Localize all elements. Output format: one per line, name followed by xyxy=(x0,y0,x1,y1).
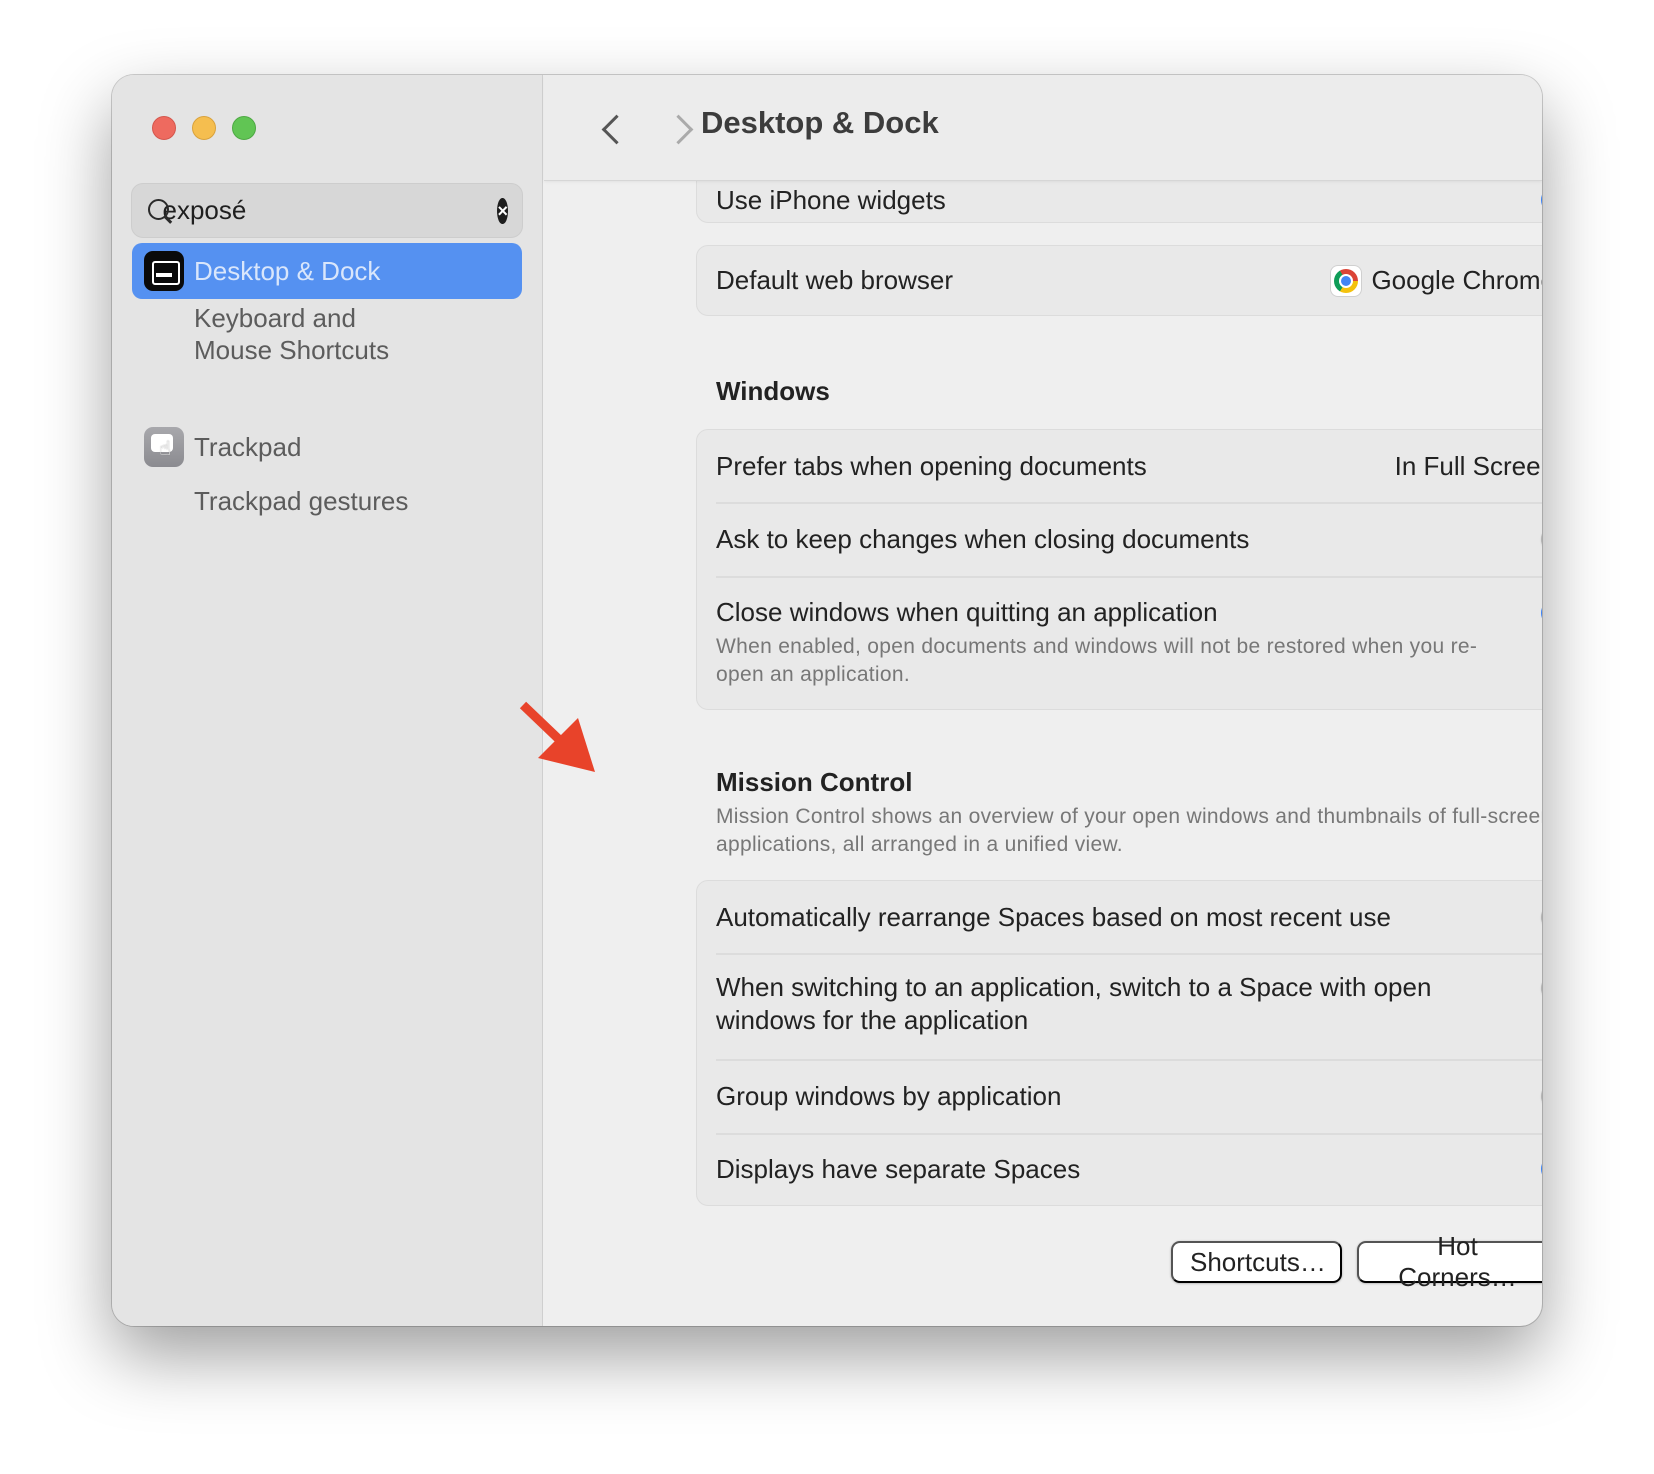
switch-to-space-toggle[interactable] xyxy=(1541,973,1542,1003)
setting-label: Default web browser xyxy=(716,265,953,295)
traffic-lights xyxy=(152,116,256,140)
mission-control-description: Mission Control shows an overview of you… xyxy=(716,805,1542,856)
setting-label: Automatically rearrange Spaces based on … xyxy=(716,901,1391,932)
close-window-button[interactable] xyxy=(152,116,176,140)
setting-row: Prefer tabs when opening documents In Fu… xyxy=(697,430,1542,502)
setting-label: Ask to keep changes when closing documen… xyxy=(716,523,1250,554)
sidebar-subitem-label: Trackpad gestures xyxy=(194,486,409,516)
trackpad-icon: ☝ xyxy=(144,427,184,467)
sidebar-search: × xyxy=(131,183,523,238)
windows-card: Prefer tabs when opening documents In Fu… xyxy=(696,429,1542,710)
sidebar-subitem-label-line1: Keyboard and xyxy=(194,303,356,333)
popup-value: In Full Screen xyxy=(1394,450,1542,481)
setting-row: Ask to keep changes when closing documen… xyxy=(697,502,1542,576)
page-title: Desktop & Dock xyxy=(701,105,939,140)
setting-row: Group windows by application xyxy=(697,1059,1542,1133)
minimize-window-button[interactable] xyxy=(192,116,216,140)
setting-row: When switching to an application, switch… xyxy=(697,953,1542,1059)
separate-spaces-toggle[interactable] xyxy=(1541,1154,1542,1184)
chevron-right-icon[interactable] xyxy=(668,108,696,148)
sidebar-item-label: Desktop & Dock xyxy=(194,255,381,286)
sidebar-subitem-trackpad-gestures[interactable]: Trackpad gestures xyxy=(194,485,408,517)
close-icon: × xyxy=(497,200,508,221)
close-windows-on-quit-toggle[interactable] xyxy=(1541,598,1542,628)
setting-label: Group windows by application xyxy=(716,1080,1062,1111)
setting-label: Displays have separate Spaces xyxy=(716,1153,1081,1184)
desktop-dock-icon xyxy=(144,251,184,291)
sidebar: × Desktop & Dock Keyboard and Mouse Shor… xyxy=(112,75,543,1326)
mission-control-section-title: Mission Control xyxy=(716,767,913,797)
system-settings-window: × Desktop & Dock Keyboard and Mouse Shor… xyxy=(112,75,1542,1326)
setting-label: Close windows when quitting an applicati… xyxy=(716,597,1218,627)
sidebar-subitem-keyboard-mouse-shortcuts[interactable]: Keyboard and Mouse Shortcuts xyxy=(194,302,389,366)
chevron-left-icon[interactable] xyxy=(598,108,626,148)
annotation-arrow-icon xyxy=(519,701,595,772)
toolbar: Desktop & Dock xyxy=(544,75,1542,181)
main-pane: Desktop & Dock Use iPhone widgets Defaul… xyxy=(544,75,1542,1326)
setting-label: When switching to an application, switch… xyxy=(716,972,1432,1035)
windows-section-title: Windows xyxy=(716,376,830,406)
search-input[interactable] xyxy=(162,195,498,226)
clear-search-button[interactable]: × xyxy=(497,197,508,224)
setting-label: Use iPhone widgets xyxy=(716,184,946,215)
use-iphone-widgets-toggle[interactable] xyxy=(1541,185,1542,215)
setting-description: When enabled, open documents and windows… xyxy=(716,635,1478,686)
sidebar-item-desktop-dock[interactable]: Desktop & Dock xyxy=(132,243,522,299)
shortcuts-button[interactable]: Shortcuts… xyxy=(1171,1241,1342,1283)
default-browser-card: Default web browser Google Chrome xyxy=(696,245,1542,316)
sidebar-item-trackpad[interactable]: ☝ Trackpad xyxy=(132,419,522,475)
zoom-window-button[interactable] xyxy=(232,116,256,140)
setting-row: Close windows when quitting an applicati… xyxy=(697,576,1542,709)
setting-row: Default web browser Google Chrome xyxy=(697,246,1542,315)
popup-value: Google Chrome xyxy=(1371,265,1542,295)
setting-row: Displays have separate Spaces xyxy=(697,1133,1542,1205)
hot-corners-button[interactable]: Hot Corners… xyxy=(1357,1231,1542,1292)
prefer-tabs-popup[interactable]: In Full Screen xyxy=(1395,450,1542,482)
chrome-icon xyxy=(1331,265,1362,296)
auto-rearrange-spaces-toggle[interactable] xyxy=(1541,902,1542,932)
sidebar-subitem-label-line2: Mouse Shortcuts xyxy=(194,335,390,365)
search-icon xyxy=(146,197,175,225)
default-browser-popup[interactable]: Google Chrome xyxy=(1331,265,1542,297)
setting-label: Prefer tabs when opening documents xyxy=(716,450,1147,481)
mission-control-card: Automatically rearrange Spaces based on … xyxy=(696,880,1542,1206)
setting-row: Automatically rearrange Spaces based on … xyxy=(697,881,1542,953)
ask-keep-changes-toggle[interactable] xyxy=(1541,524,1542,554)
sidebar-item-label: Trackpad xyxy=(194,431,302,462)
group-windows-toggle[interactable] xyxy=(1541,1081,1542,1111)
